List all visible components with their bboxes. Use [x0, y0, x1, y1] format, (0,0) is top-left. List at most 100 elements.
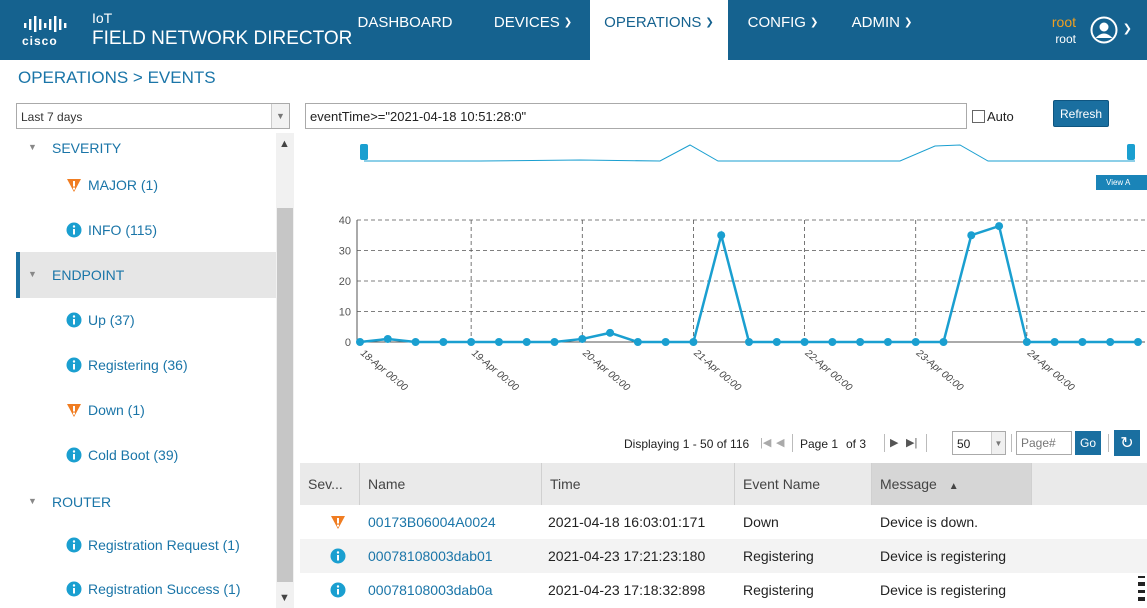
chart-data-point: [383, 334, 392, 343]
chart-x-tick-label: 20-Apr 00:00: [580, 347, 632, 394]
nav-dashboard[interactable]: DASHBOARD: [340, 0, 470, 60]
time-range-value: Last 7 days: [21, 110, 83, 124]
pager-divider: [1011, 434, 1012, 452]
chart-data-point: [939, 338, 948, 346]
cisco-logo: cisco: [20, 16, 70, 50]
event-name-cell: Registering: [743, 582, 814, 598]
user-role: root: [1055, 32, 1076, 46]
pager-divider: [926, 434, 927, 452]
sidebar-item-label: INFO (115): [88, 222, 157, 238]
chevron-down-icon: ❯: [903, 16, 913, 28]
nav-admin-label: ADMIN: [851, 13, 900, 31]
expand-triangle-icon: ▼: [28, 269, 37, 279]
event-device-name-link[interactable]: 00078108003dab01: [368, 548, 493, 564]
chart-range-navigator[interactable]: [360, 137, 1135, 169]
chart-series-line: [359, 224, 1138, 344]
chart-data-point: [772, 338, 781, 346]
column-header-severity[interactable]: Sev...: [300, 463, 360, 505]
table-row[interactable]: 00173B06004A0024 2021-04-18 16:03:01:171 D…: [300, 505, 1147, 539]
page-size-select[interactable]: 50 ▼: [952, 431, 1006, 455]
sidebar-group-router[interactable]: ▼ ROUTER: [16, 479, 276, 525]
table-row[interactable]: 00078108003dab0a 2021-04-23 17:18:32:898 R…: [300, 573, 1147, 607]
event-name-cell: Down: [743, 514, 779, 530]
chevron-down-icon: ▼: [271, 104, 289, 128]
event-device-name-link[interactable]: 00078108003dab0a: [368, 582, 493, 598]
refresh-icon[interactable]: ↻: [1114, 430, 1140, 456]
last-page-icon[interactable]: ▶|: [906, 436, 917, 449]
chevron-down-icon: ❯: [563, 16, 573, 28]
chart-x-tick-label: 24-Apr 00:00: [1024, 347, 1076, 394]
nav-operations[interactable]: OPERATIONS ❯: [590, 0, 728, 60]
chart-data-point: [745, 338, 753, 346]
chart-data-point: [494, 338, 503, 346]
cisco-wordmark: cisco: [22, 34, 58, 48]
info-icon: [66, 312, 82, 328]
scroll-down-icon[interactable]: ▼: [279, 592, 290, 604]
chart-data-point: [1106, 338, 1115, 346]
first-page-icon[interactable]: |◀: [760, 436, 771, 449]
chart-data-point: [578, 334, 587, 343]
column-header-time[interactable]: Time: [542, 463, 735, 505]
scroll-up-icon[interactable]: ▲: [279, 138, 290, 150]
brand-subtitle: IoT: [92, 10, 113, 26]
sidebar-item-label: Down (1): [88, 402, 145, 418]
table-header: Sev... Name Time Event Name Message ▲: [300, 463, 1147, 505]
chevron-down-icon: ▼: [991, 432, 1005, 454]
chart-data-point: [661, 338, 670, 346]
chart-data-point: [522, 338, 531, 346]
table-row[interactable]: 00078108003dab01 2021-04-23 17:21:23:180 R…: [300, 539, 1147, 573]
column-header-event-name[interactable]: Event Name: [735, 463, 872, 505]
info-icon: [66, 581, 82, 597]
user-menu[interactable]: root root ❯: [1024, 4, 1140, 56]
search-query-input[interactable]: [305, 103, 967, 129]
chevron-down-icon: ❯: [705, 16, 714, 28]
sidebar-group-severity[interactable]: ▼ SEVERITY: [16, 133, 276, 171]
chart-data-point: [689, 338, 698, 346]
chart-data-point: [883, 338, 892, 346]
column-header-name[interactable]: Name: [360, 463, 542, 505]
pager-divider: [792, 434, 793, 452]
event-device-name-link[interactable]: 00173B06004A0024: [368, 514, 496, 530]
chart-data-point: [411, 338, 420, 346]
refresh-button[interactable]: Refresh: [1053, 100, 1109, 127]
chart-data-point: [550, 338, 559, 346]
nav-admin[interactable]: ADMIN ❯: [836, 0, 928, 60]
nav-config-label: CONFIG: [747, 13, 806, 31]
navigator-right-handle[interactable]: [1127, 144, 1135, 160]
chart-data-point: [911, 338, 920, 346]
events-line-chart: 0 10 20 30 40 18-Apr 00:00 19-Apr 00:00 20-Apr …: [339, 215, 1145, 394]
navigator-left-handle[interactable]: [360, 144, 368, 160]
next-page-icon[interactable]: ▶: [890, 436, 898, 449]
info-icon: [66, 222, 82, 238]
chart-data-point: [1078, 338, 1087, 346]
chart-data-point: [439, 338, 448, 346]
event-name-cell: Registering: [743, 548, 814, 564]
view-all-button[interactable]: View A: [1096, 175, 1147, 190]
event-time-cell: 2021-04-23 17:18:32:898: [548, 582, 706, 598]
chart-data-point: [717, 231, 726, 240]
chart-y-tick-label: 40: [339, 215, 351, 227]
previous-page-icon[interactable]: ◀: [776, 436, 784, 449]
pager-of-label: of 3: [846, 437, 867, 451]
sidebar-scrollbar-thumb[interactable]: [277, 208, 293, 582]
nav-operations-label: OPERATIONS: [604, 13, 702, 31]
pager-displaying: Displaying 1 - 50 of 116: [624, 437, 750, 451]
chart-x-tick-label: 22-Apr 00:00: [802, 347, 854, 394]
page-number-input[interactable]: [1016, 431, 1072, 455]
chart-y-tick-label: 10: [339, 307, 351, 319]
breadcrumb: OPERATIONS > EVENTS: [18, 68, 216, 87]
time-range-select[interactable]: Last 7 days ▼: [16, 103, 290, 129]
chart-data-point: [356, 338, 364, 346]
sidebar-group-endpoint[interactable]: ▼ ENDPOINT: [16, 252, 276, 298]
expand-triangle-icon: ▼: [28, 142, 37, 152]
column-header-message[interactable]: Message ▲: [872, 463, 1032, 505]
event-time-cell: 2021-04-23 17:21:23:180: [548, 548, 706, 564]
nav-devices[interactable]: DEVICES ❯: [478, 0, 588, 60]
sidebar-item-label: Registering (36): [88, 357, 188, 373]
auto-refresh-checkbox[interactable]: [972, 110, 985, 123]
chart-x-tick-label: 19-Apr 00:00: [469, 348, 521, 394]
nav-config[interactable]: CONFIG ❯: [730, 0, 836, 60]
event-message-cell: Device is registering: [880, 548, 1007, 564]
sidebar-group-label: ENDPOINT: [52, 267, 125, 283]
go-button[interactable]: Go: [1075, 431, 1101, 455]
